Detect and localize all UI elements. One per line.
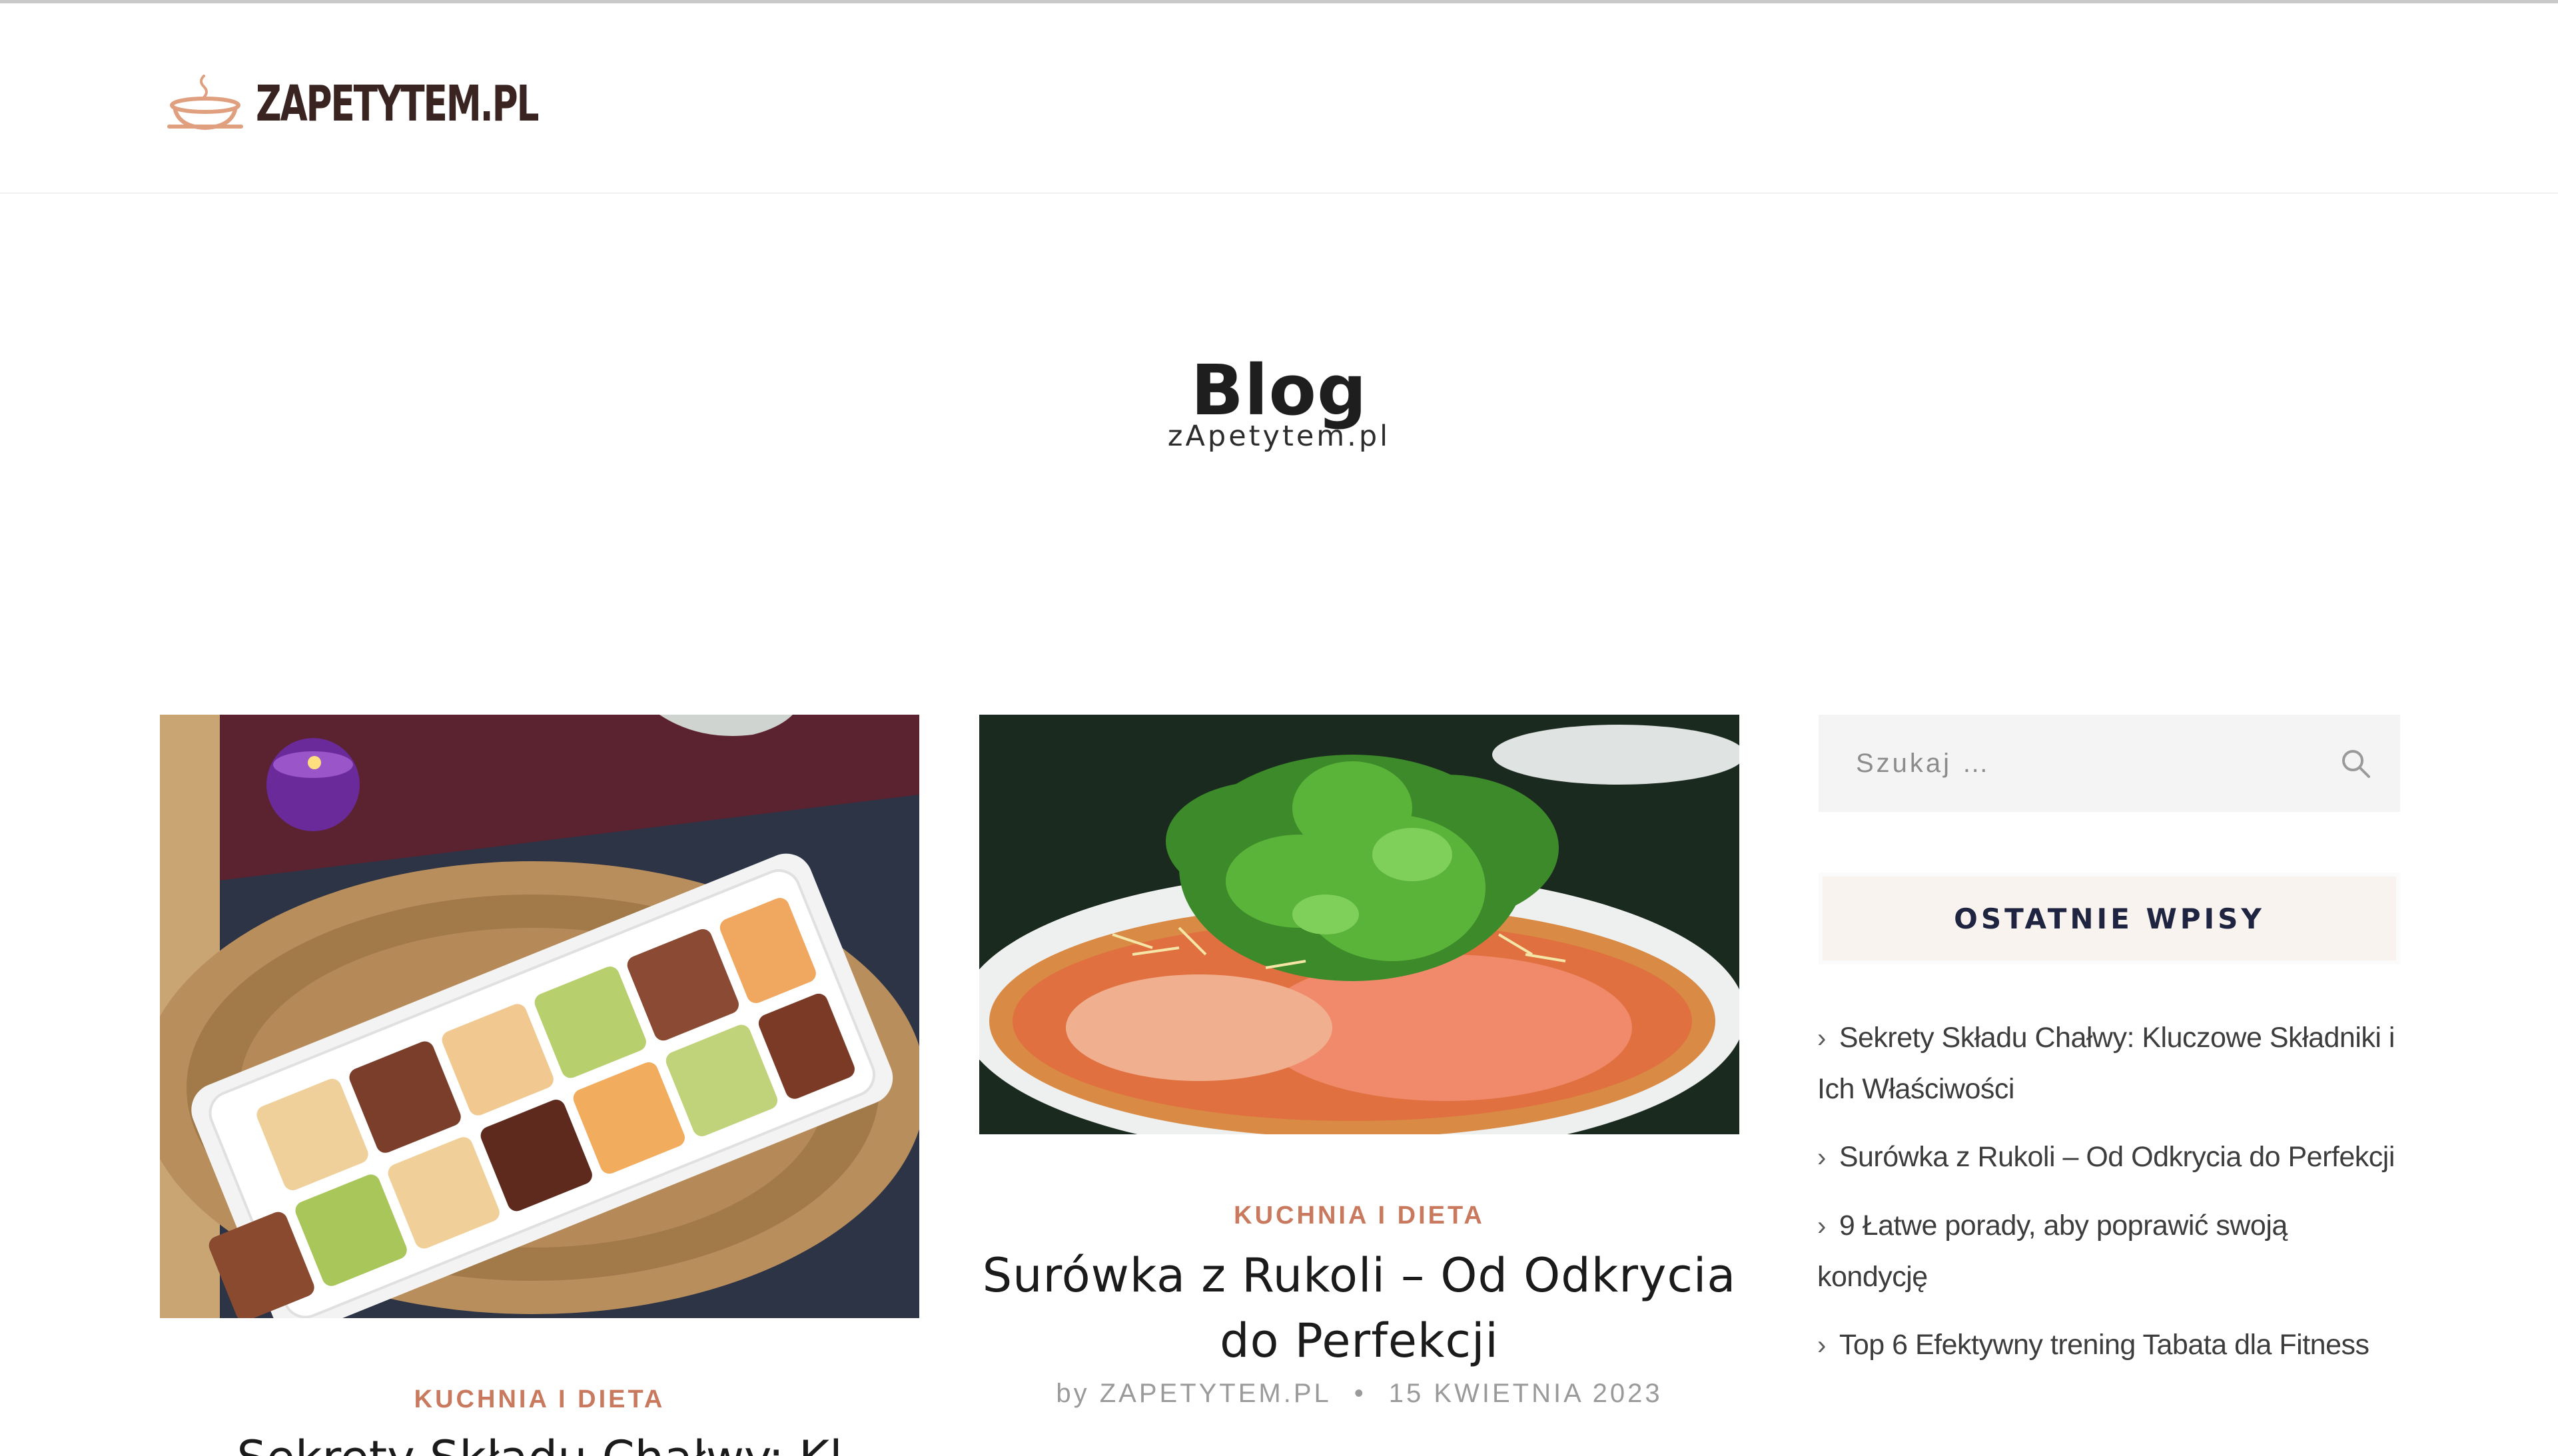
site-header: ZAPETYTEM.PL bbox=[0, 3, 2558, 194]
page-title: Blog bbox=[1190, 349, 1368, 431]
post-meta: by ZAPETYTEM.PL • 15 KWIETNIA 2023 bbox=[979, 1379, 1739, 1409]
chevron-right-icon: › bbox=[1817, 1331, 1826, 1360]
post-title-line: Surówka z Rukoli – Od Odkrycia bbox=[982, 1248, 1737, 1303]
recent-post-link[interactable]: Top 6 Efektywny trening Tabata dla Fitne… bbox=[1839, 1329, 2369, 1361]
chevron-right-icon: › bbox=[1817, 1024, 1826, 1053]
post-image-halwa[interactable] bbox=[160, 715, 919, 1318]
logo-text: ZAPETYTEM.PL bbox=[256, 75, 539, 133]
post-title-line: Sekrety Składu Chałwy: Kl bbox=[160, 1425, 919, 1456]
site-logo[interactable]: ZAPETYTEM.PL bbox=[165, 67, 647, 141]
post-image-arugula-pizza[interactable] bbox=[979, 715, 1739, 1134]
recent-post-item[interactable]: › 9 Łatwe porady, aby poprawić swoją kond… bbox=[1817, 1200, 2403, 1302]
recent-post-link[interactable]: Surówka z Rukoli – Od Odkrycia do Perfek… bbox=[1839, 1141, 2395, 1173]
post-category[interactable]: KUCHNIA I DIETA bbox=[160, 1385, 919, 1414]
post-category[interactable]: KUCHNIA I DIETA bbox=[979, 1202, 1739, 1230]
chevron-right-icon: › bbox=[1817, 1143, 1826, 1172]
meta-separator: • bbox=[1354, 1379, 1366, 1408]
recent-post-item[interactable]: › Top 6 Efektywny trening Tabata dla Fitn… bbox=[1817, 1319, 2403, 1371]
search-icon[interactable] bbox=[2339, 747, 2372, 780]
post-title[interactable]: Sekrety Składu Chałwy: Kl bbox=[160, 1425, 919, 1456]
recent-post-item[interactable]: › Surówka z Rukoli – Od Odkrycia do Perfe… bbox=[1817, 1132, 2403, 1183]
recent-posts-title: OSTATNIE WPISY bbox=[1819, 873, 2400, 964]
recent-post-item[interactable]: › Sekrety Składu Chałwy: Kluczowe Składni… bbox=[1817, 1012, 2403, 1114]
post-title[interactable]: Surówka z Rukoli – Od Odkrycia do Perfek… bbox=[979, 1243, 1739, 1373]
arugula-pizza-photo bbox=[979, 715, 1739, 1134]
post-title-line: do Perfekcji bbox=[1220, 1313, 1499, 1368]
recent-post-link[interactable]: Sekrety Składu Chałwy: Kluczowe Składnik… bbox=[1817, 1022, 2395, 1105]
pot-logo-icon bbox=[167, 75, 243, 131]
search-form bbox=[1819, 715, 2400, 812]
search-input[interactable] bbox=[1819, 715, 2325, 812]
post-author[interactable]: by ZAPETYTEM.PL bbox=[1056, 1379, 1331, 1408]
recent-post-link[interactable]: 9 Łatwe porady, aby poprawić swoją kondy… bbox=[1817, 1210, 2288, 1293]
chevron-right-icon: › bbox=[1817, 1212, 1826, 1241]
halwa-photo bbox=[160, 715, 919, 1318]
page-subtitle: zApetytem.pl bbox=[1167, 420, 1391, 453]
post-date: 15 KWIETNIA 2023 bbox=[1388, 1379, 1663, 1408]
recent-posts-list: › Sekrety Składu Chałwy: Kluczowe Składni… bbox=[1817, 1012, 2403, 1388]
